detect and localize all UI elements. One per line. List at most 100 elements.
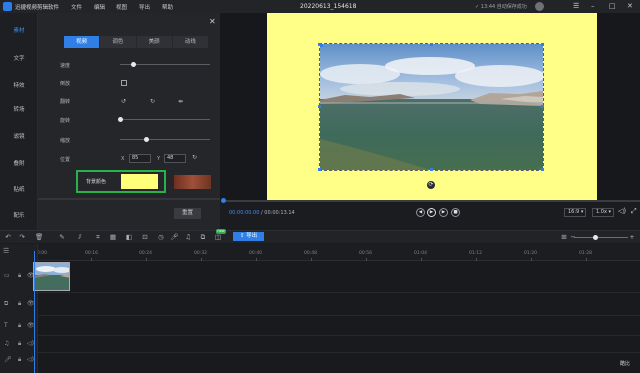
nav-item-overlay[interactable]: 叠附	[0, 159, 38, 167]
resize-handle-tr[interactable]	[541, 43, 544, 46]
scale-slider-knob[interactable]	[144, 137, 149, 142]
mosaic-icon[interactable]: ▦	[109, 233, 117, 241]
fullscreen-icon[interactable]: ⤢	[631, 207, 637, 216]
split-icon[interactable]: ⫽	[76, 233, 84, 241]
panel-close-icon[interactable]: ✕	[209, 17, 216, 26]
clock-icon[interactable]: ◷	[157, 233, 165, 241]
fit-icon[interactable]: ⊞	[560, 233, 568, 241]
mic-icon[interactable]: 🎤︎	[170, 233, 178, 241]
rotate-slider-knob[interactable]	[118, 117, 123, 122]
bg-color-label: 背景颜色	[86, 179, 107, 185]
resize-handle-t[interactable]	[430, 43, 433, 46]
progress-knob[interactable]	[221, 198, 226, 203]
bg-color-swatch[interactable]	[121, 174, 158, 189]
track-area[interactable]	[38, 261, 640, 373]
position-label: 位置	[60, 157, 71, 163]
stop-icon[interactable]: ■	[451, 208, 460, 217]
copy-icon[interactable]: ⧉	[199, 233, 207, 241]
freeze-icon[interactable]: ◧	[125, 233, 133, 241]
avatar[interactable]	[535, 2, 544, 11]
menu-file[interactable]: 文件	[71, 3, 82, 11]
nav-item-transitions[interactable]: 转场	[0, 105, 38, 113]
audio-icon[interactable]: ♫	[184, 233, 192, 241]
nav-item-text[interactable]: 文字	[0, 54, 38, 62]
position-x-input[interactable]: 85	[129, 154, 151, 163]
lock-icon[interactable]: 🔒︎	[18, 322, 21, 330]
tab-motion[interactable]: 动线	[172, 36, 209, 48]
position-y-label: Y	[157, 156, 161, 162]
menu-export[interactable]: 导出	[139, 3, 150, 11]
play-icon[interactable]: ▶	[427, 208, 436, 217]
zoom-clip-icon[interactable]: ⊡	[141, 233, 149, 241]
playhead[interactable]	[34, 251, 35, 373]
lock-icon[interactable]: 🔒︎	[18, 356, 21, 364]
menu-help[interactable]: 帮助	[162, 3, 173, 11]
nav-item-media[interactable]: 素材	[0, 26, 38, 34]
resize-handle-l[interactable]	[318, 105, 321, 108]
lock-icon[interactable]: 🔒︎	[18, 340, 21, 348]
menu-icon[interactable]: ☰	[573, 2, 579, 11]
resize-handle-r[interactable]	[541, 105, 544, 108]
clip-thumbnail	[34, 263, 69, 290]
tab-color[interactable]: 调色	[100, 36, 137, 48]
reverse-checkbox[interactable]	[121, 80, 127, 86]
bg-blur-swatch[interactable]	[174, 175, 211, 189]
tab-beauty[interactable]: 美颜	[136, 36, 173, 48]
zoom-slider-knob[interactable]	[593, 235, 598, 240]
aspect-select[interactable]: 16:9 ▾	[564, 208, 586, 217]
undo-icon[interactable]: ↶	[4, 233, 12, 241]
rotate-slider[interactable]	[120, 119, 210, 120]
volume-track-icon[interactable]: ◁)	[27, 340, 34, 347]
track-menu-icon[interactable]: ☰	[3, 247, 9, 255]
edit-icon[interactable]: ✎	[58, 233, 66, 241]
speed-slider-knob[interactable]	[131, 62, 136, 67]
resize-handle-br[interactable]	[541, 168, 544, 171]
lock-icon[interactable]: 🔒︎	[18, 272, 21, 280]
speed-select[interactable]: 1.0x ▾	[592, 208, 614, 217]
lock-icon[interactable]: 🔒︎	[18, 300, 21, 308]
nav-item-stickers[interactable]: 贴纸	[0, 185, 38, 193]
tick-label: 00:32	[194, 251, 207, 256]
tab-video[interactable]: 视频	[64, 36, 101, 48]
zoom-out-icon[interactable]: −	[569, 233, 577, 241]
resize-handle-bl[interactable]	[318, 168, 321, 171]
volume-icon[interactable]: ◁)	[618, 207, 626, 215]
flip-horizontal-icon[interactable]: ⇹	[178, 98, 183, 105]
save-status: ✓ 13:44 自动保存成功	[475, 4, 527, 10]
timecode: 00:00:00.00 / 00:00:13.14	[229, 210, 295, 216]
reverse-label: 倒放	[60, 81, 71, 87]
nav-item-effects[interactable]: 特效	[0, 81, 38, 89]
tick-label: 01:28	[579, 251, 592, 256]
resize-handle-b[interactable]	[430, 168, 433, 171]
position-reset-icon[interactable]: ↻	[192, 154, 197, 161]
volume-track-icon[interactable]: ◁)	[27, 356, 34, 363]
redo-icon[interactable]: ↷	[18, 233, 26, 241]
prev-frame-icon[interactable]: ◀	[416, 208, 425, 217]
menu-edit[interactable]: 编辑	[94, 3, 105, 11]
rotate-right-icon[interactable]: ↻	[150, 98, 155, 105]
zoom-in-icon[interactable]: +	[628, 233, 636, 241]
rotate-handle-icon[interactable]: ⟳	[427, 181, 435, 189]
next-frame-icon[interactable]: ▶	[439, 208, 448, 217]
record-icon[interactable]: ◫	[214, 233, 222, 241]
zoom-slider[interactable]	[574, 237, 628, 238]
resize-handle-tl[interactable]	[318, 43, 321, 46]
video-frame[interactable]	[319, 43, 544, 171]
scale-slider[interactable]	[120, 139, 210, 140]
maximize-icon[interactable]: □	[609, 2, 616, 11]
nav-item-music[interactable]: 配乐	[0, 211, 38, 219]
timeline-ruler[interactable]	[38, 244, 640, 261]
menu-view[interactable]: 视图	[116, 3, 127, 11]
delete-icon[interactable]: 🗑	[35, 233, 43, 241]
position-y-input[interactable]: 48	[164, 154, 186, 163]
progress-bar[interactable]	[223, 200, 640, 202]
crop-icon[interactable]: ⌗	[94, 233, 102, 241]
nav-item-filters[interactable]: 滤镜	[0, 132, 38, 140]
panel-tabs: 视频 调色 美颜 动线	[64, 36, 209, 48]
video-clip[interactable]	[33, 262, 70, 291]
reset-button[interactable]: 重置	[174, 208, 201, 219]
export-button[interactable]: ⇪ 导出	[233, 232, 264, 241]
rotate-left-icon[interactable]: ↺	[121, 98, 126, 105]
minimize-icon[interactable]: –	[591, 2, 595, 11]
close-icon[interactable]: ✕	[627, 2, 633, 11]
